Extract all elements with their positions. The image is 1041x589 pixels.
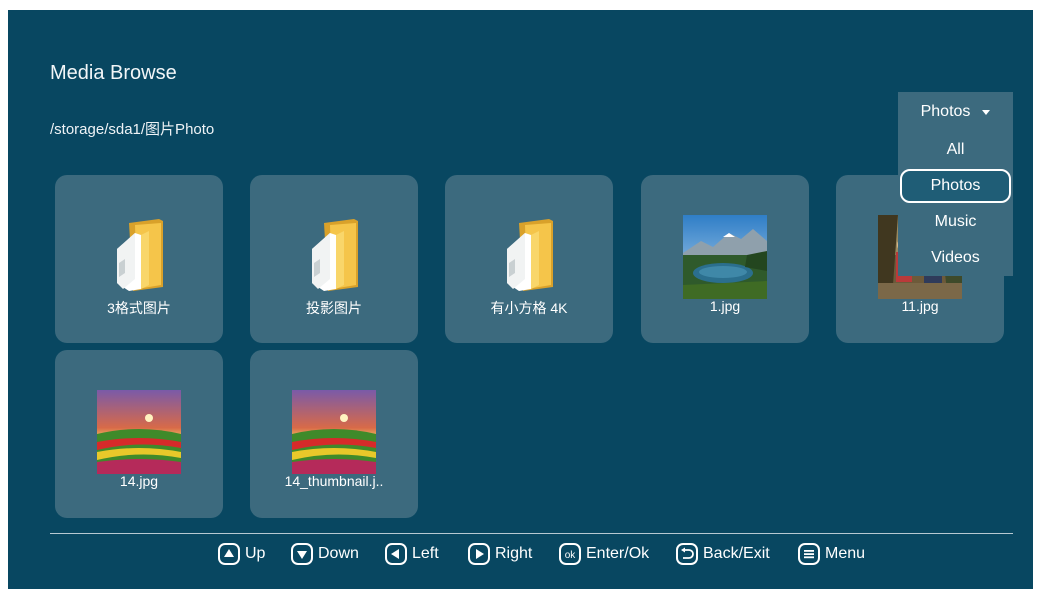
folder-tile[interactable]: 3格式图片 — [55, 175, 223, 343]
flower-field-thumbnail — [292, 390, 376, 474]
hint-back: Back/Exit — [676, 542, 770, 566]
caret-down-icon — [982, 110, 991, 115]
current-path: /storage/sda1/图片Photo — [50, 121, 215, 138]
flower-field-thumbnail — [97, 390, 181, 474]
folder-icon — [507, 219, 553, 291]
footer-divider — [50, 533, 1013, 534]
ok-icon: ok — [559, 543, 581, 565]
hint-right: Right — [468, 542, 532, 566]
hint-menu: Menu — [798, 542, 865, 566]
lake-mountain-thumbnail — [683, 215, 767, 299]
item-label: 投影图片 — [306, 300, 362, 316]
media-filter-options: All Photos Music Videos — [898, 132, 1013, 276]
menu-icon — [798, 543, 820, 565]
item-label: 11.jpg — [901, 298, 939, 314]
folder-icon — [117, 219, 163, 291]
page-title: Media Browse — [50, 62, 177, 84]
right-icon — [468, 543, 490, 565]
item-label: 14.jpg — [119, 473, 159, 489]
media-filter-dropdown[interactable]: Photos — [898, 92, 1013, 132]
filter-option-videos[interactable]: Videos — [898, 240, 1013, 276]
media-browser-screen: Media Browse /storage/sda1/图片Photo 3格式图片… — [8, 10, 1033, 589]
hint-left: Left — [385, 542, 439, 566]
folder-tile[interactable]: 投影图片 — [250, 175, 418, 343]
up-icon — [218, 543, 240, 565]
hint-enter: ok Enter/Ok — [559, 542, 649, 566]
filter-option-music[interactable]: Music — [898, 204, 1013, 240]
hint-label: Menu — [825, 545, 866, 562]
folder-icon — [312, 219, 358, 291]
folder-tile[interactable]: 有小方格 4K — [445, 175, 613, 343]
svg-text:ok: ok — [565, 550, 577, 561]
hint-label: Up — [245, 545, 266, 562]
image-tile[interactable]: 14_thumbnail.j.. — [250, 350, 418, 518]
filter-option-all[interactable]: All — [898, 132, 1013, 168]
image-tile[interactable]: 1.jpg — [641, 175, 809, 343]
item-label: 14_thumbnail.j.. — [284, 473, 384, 489]
hint-up: Up — [218, 542, 265, 566]
dropdown-selected-value: Photos — [920, 103, 971, 120]
hint-label: Back/Exit — [703, 545, 770, 562]
left-icon — [385, 543, 407, 565]
filter-option-photos[interactable]: Photos — [900, 169, 1011, 203]
item-label: 有小方格 4K — [490, 300, 568, 316]
hint-label: Right — [495, 545, 533, 562]
down-icon — [291, 543, 313, 565]
back-icon — [676, 543, 698, 565]
item-label: 3格式图片 — [107, 300, 171, 316]
hint-label: Down — [318, 545, 359, 562]
hint-label: Left — [412, 545, 439, 562]
hint-label: Enter/Ok — [586, 545, 650, 562]
image-tile[interactable]: 14.jpg — [55, 350, 223, 518]
hint-down: Down — [291, 542, 359, 566]
item-label: 1.jpg — [709, 298, 741, 314]
